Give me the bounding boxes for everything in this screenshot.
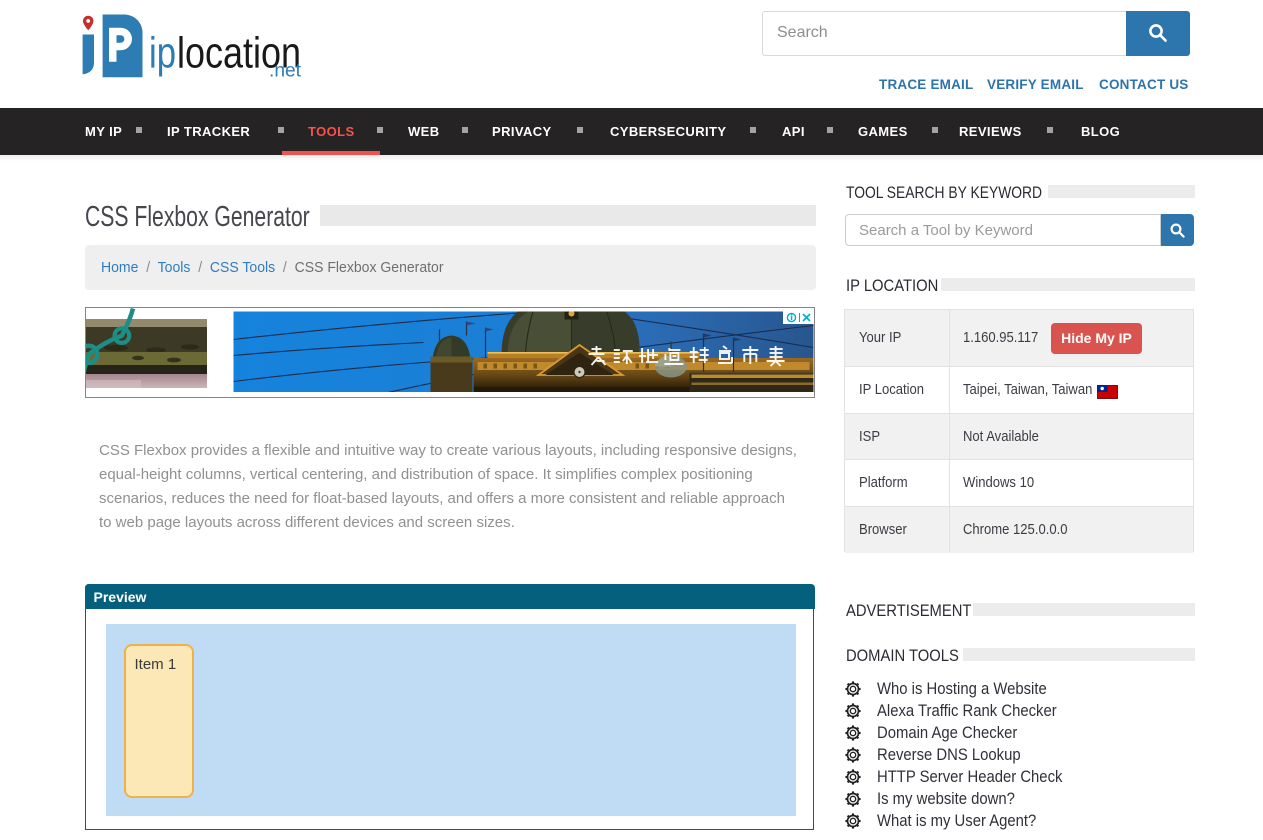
- svg-text:.net: .net: [269, 61, 302, 82]
- svg-text:ip: ip: [149, 29, 176, 78]
